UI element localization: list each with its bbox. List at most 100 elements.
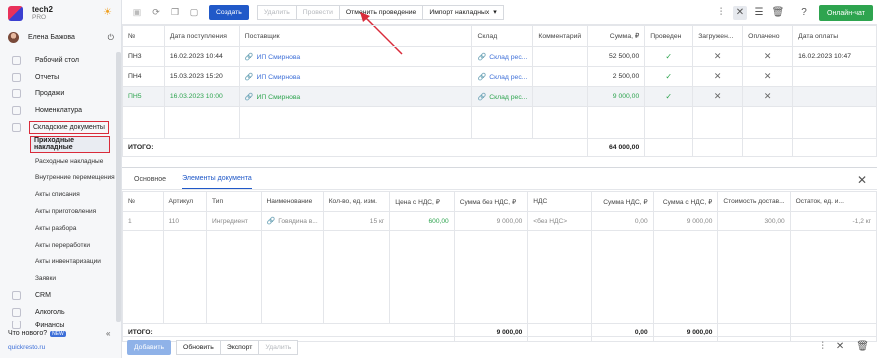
- column-header[interactable]: Сумма с НДС, ₽: [652, 191, 719, 212]
- user-profile[interactable]: Елена Бажова ⏻: [8, 32, 114, 43]
- sidebar-item-reports[interactable]: Отчеты: [0, 69, 116, 86]
- column-header[interactable]: Загружен...: [692, 25, 744, 47]
- table-row[interactable]: ПН3 16.02.2023 10:44 🔗 ИП Смирнова 🔗 Склад…: [122, 46, 877, 67]
- sidebar-item-inventory[interactable]: Акты инвентаризации: [0, 254, 116, 271]
- sidebar-item-outgoing-invoices[interactable]: Расходные накладные: [0, 153, 116, 170]
- sidebar-item-writeoffs[interactable]: Акты списания: [0, 186, 116, 203]
- item-vat[interactable]: <без НДС>: [527, 211, 593, 231]
- trash-icon[interactable]: 🗑: [771, 6, 785, 20]
- sidebar-item-transfers[interactable]: Внутренние перемещения: [0, 170, 116, 187]
- supplier-link[interactable]: ИП Смирнова: [257, 94, 301, 101]
- collapse-sidebar-icon[interactable]: «: [106, 329, 110, 338]
- column-header[interactable]: Стоимость достав...: [717, 191, 791, 212]
- sidebar-item-warehouse[interactable]: Складские документы: [0, 119, 116, 136]
- sidebar-item-crm[interactable]: CRM: [0, 287, 116, 304]
- warehouse-icon: [12, 123, 21, 133]
- help-icon[interactable]: ?: [797, 6, 811, 20]
- column-header[interactable]: Кол-во, ед. изм.: [322, 191, 391, 212]
- post-button[interactable]: Провести: [295, 4, 339, 20]
- column-header[interactable]: №: [122, 191, 164, 212]
- column-header[interactable]: Дата оплаты: [792, 25, 877, 47]
- tab-general[interactable]: Основное: [134, 176, 166, 189]
- table-row-selected[interactable]: ПН5 16.03.2023 10:00 🔗 ИП Смирнова 🔗 Склад…: [122, 86, 877, 107]
- store-link[interactable]: Склад рес...: [489, 74, 527, 81]
- row-store[interactable]: 🔗 Склад рес...: [471, 46, 534, 67]
- column-header[interactable]: Наименование: [260, 191, 324, 212]
- export-button[interactable]: Экспорт: [219, 340, 259, 355]
- row-store[interactable]: 🔗 Склад рес...: [471, 66, 534, 87]
- table-row[interactable]: 1 110 Ингредиент 🔗 Говядина в... 15 кг 60…: [122, 211, 877, 231]
- online-chat-button[interactable]: Онлайн-чат: [819, 5, 873, 21]
- row-supplier[interactable]: 🔗 ИП Смирнова: [238, 86, 473, 107]
- columns-settings-icon[interactable]: ⫶: [714, 6, 728, 20]
- save-icon[interactable]: ▣: [130, 5, 144, 19]
- sidebar-item-label: Рабочий стол: [35, 56, 79, 64]
- table-row[interactable]: ПН4 15.03.2023 15:20 🔗 ИП Смирнова 🔗 Склад…: [122, 66, 877, 87]
- sidebar-item-cooking[interactable]: Акты приготовления: [0, 203, 116, 220]
- sidebar-scrollbar[interactable]: [116, 52, 121, 322]
- column-header[interactable]: Сумма, ₽: [587, 25, 646, 47]
- row-supplier[interactable]: 🔗 ИП Смирнова: [238, 46, 473, 67]
- create-button[interactable]: Создать: [209, 4, 249, 20]
- sidebar-item-desktop[interactable]: Рабочий стол: [0, 52, 116, 69]
- store-link[interactable]: Склад рес...: [489, 94, 527, 101]
- row-store[interactable]: 🔗 Склад рес...: [471, 86, 534, 107]
- item-number: 1: [122, 211, 164, 231]
- supplier-link[interactable]: ИП Смирнова: [257, 74, 301, 81]
- sidebar-item-label: Алкоголь: [35, 308, 65, 316]
- preview-icon[interactable]: ▢: [187, 5, 201, 19]
- tab-document-items[interactable]: Элементы документа: [182, 175, 252, 189]
- sidebar-item-requests[interactable]: Заявки: [0, 270, 116, 287]
- column-header[interactable]: Сумма без НДС, ₽: [453, 191, 529, 212]
- column-header[interactable]: Сумма НДС, ₽: [591, 191, 654, 212]
- delete-button[interactable]: Удалить: [256, 4, 296, 20]
- column-header[interactable]: Комментарий: [532, 25, 589, 47]
- unpost-button[interactable]: Отменить проведение: [338, 4, 423, 20]
- column-header[interactable]: Тип: [206, 191, 262, 212]
- trash-icon[interactable]: 🗑: [856, 341, 869, 352]
- power-icon[interactable]: ⏻: [108, 33, 114, 43]
- column-header[interactable]: №: [122, 25, 165, 47]
- sidebar-item-label: Внутренние перемещения: [35, 174, 115, 182]
- sidebar-item-incoming-invoices[interactable]: Приходные накладные: [30, 135, 110, 153]
- whats-new-link[interactable]: Что нового? NEW: [8, 330, 66, 337]
- close-icon[interactable]: ✕: [857, 173, 867, 187]
- row-supplier[interactable]: 🔗 ИП Смирнова: [238, 66, 473, 87]
- sidebar-item-processing[interactable]: Акты переработки: [0, 237, 116, 254]
- item-name[interactable]: 🔗 Говядина в...: [260, 211, 324, 231]
- column-header[interactable]: Проведен: [644, 25, 694, 47]
- store-link[interactable]: Склад рес...: [489, 54, 527, 61]
- sidebar-item-sales[interactable]: Продажи: [0, 86, 116, 103]
- refresh-icon[interactable]: ⟳: [149, 5, 163, 19]
- refresh-button[interactable]: Обновить: [176, 340, 220, 355]
- column-header[interactable]: Склад: [471, 25, 534, 47]
- column-header[interactable]: Оплачено: [742, 25, 794, 47]
- site-link[interactable]: quickresto.ru: [8, 344, 45, 351]
- sidebar-item-disassembly[interactable]: Акты разбора: [0, 220, 116, 237]
- column-header[interactable]: Поставщик: [238, 25, 473, 47]
- sun-icon[interactable]: ☀: [103, 8, 113, 18]
- tools-icon[interactable]: ✕: [733, 6, 747, 20]
- sidebar-item-nomenclature[interactable]: Номенклатура: [0, 102, 116, 119]
- columns-settings-icon[interactable]: ⫶: [821, 341, 824, 352]
- tools-icon[interactable]: ✕: [836, 341, 844, 352]
- item-price[interactable]: 600,00: [389, 211, 455, 231]
- posted-check-icon: ✓: [644, 86, 694, 107]
- column-header[interactable]: Дата поступления: [163, 25, 240, 47]
- add-button[interactable]: Добавить: [127, 340, 172, 355]
- list-icon[interactable]: ☰: [752, 6, 766, 20]
- delete-item-button[interactable]: Удалить: [258, 340, 299, 355]
- column-header[interactable]: Остаток, ед. и...: [789, 191, 877, 212]
- row-sum: 52 500,00: [587, 46, 646, 67]
- link-icon: 🔗: [477, 73, 487, 81]
- copy-icon[interactable]: ❐: [168, 5, 182, 19]
- column-header[interactable]: Цена с НДС, ₽: [389, 191, 455, 212]
- sidebar-item-alcohol[interactable]: Алкоголь: [0, 304, 116, 321]
- item-qty[interactable]: 15 кг: [322, 211, 391, 231]
- sidebar-item-finance[interactable]: Финансы: [0, 320, 116, 329]
- column-header[interactable]: НДС: [527, 191, 593, 212]
- brand[interactable]: tech2 PRO: [8, 5, 53, 22]
- import-invoices-dropdown[interactable]: Импорт накладных: [422, 4, 504, 20]
- supplier-link[interactable]: ИП Смирнова: [257, 54, 301, 61]
- column-header[interactable]: Артикул: [162, 191, 208, 212]
